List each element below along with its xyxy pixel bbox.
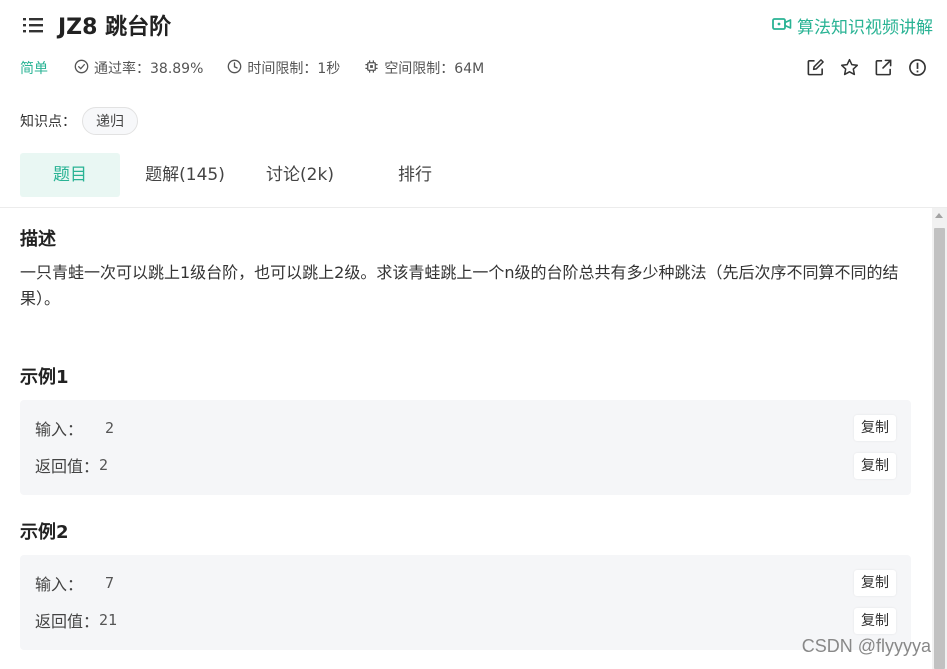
copy-input-button[interactable]: 复制 — [854, 415, 896, 441]
edit-icon[interactable] — [806, 58, 825, 77]
description-text: 一只青蛙一次可以跳上1级台阶，也可以跳上2级。求该青蛙跳上一个n级的台阶总共有多… — [20, 263, 899, 308]
list-icon[interactable] — [22, 15, 44, 35]
watermark: CSDN @flyyyya — [801, 636, 931, 656]
input-value: 2 — [105, 419, 115, 437]
clock-icon — [227, 59, 242, 78]
difficulty-badge: 简单 — [20, 61, 48, 77]
copy-output-button[interactable]: 复制 — [854, 608, 896, 634]
star-icon[interactable] — [840, 58, 859, 77]
output-value: 2 — [99, 456, 109, 474]
example-1-title: 示例1 — [20, 367, 69, 388]
example-2-output: 返回值： 21 — [35, 608, 117, 632]
tab-problem[interactable]: 题目 — [20, 153, 120, 197]
tab-solutions[interactable]: 题解(145) — [120, 153, 250, 197]
copy-output-button[interactable]: 复制 — [854, 453, 896, 479]
scrollbar-thumb[interactable] — [934, 228, 945, 669]
check-circle-icon — [74, 59, 89, 78]
time-limit: 时间限制：1秒 — [227, 58, 340, 78]
description-section: 描述 一只青蛙一次可以跳上1级台阶，也可以跳上2级。求该青蛙跳上一个n级的台阶总… — [20, 225, 911, 312]
memory-limit: 空间限制：64M — [364, 58, 484, 78]
knowledge-tag[interactable]: 递归 — [82, 107, 138, 135]
example-2-input: 输入： 7 — [35, 571, 114, 595]
example-1-input: 输入： 2 — [35, 416, 114, 440]
problem-tabs: 题目 题解(145) 讨论(2k) 排行 — [20, 153, 480, 197]
input-value: 7 — [105, 574, 115, 592]
example-2-box: 输入： 7 复制 返回值： 21 复制 — [20, 555, 911, 650]
video-explanation-link[interactable]: 算法知识视频讲解 — [772, 13, 933, 38]
input-label: 输入： — [35, 575, 84, 594]
video-icon — [772, 16, 792, 36]
report-icon[interactable] — [908, 58, 927, 77]
scroll-up-arrow-icon[interactable] — [935, 213, 943, 218]
copy-input-button[interactable]: 复制 — [854, 570, 896, 596]
example-1-output: 返回值： 2 — [35, 453, 108, 477]
problem-actions — [806, 58, 927, 77]
tabs-divider — [0, 207, 947, 208]
page-title: JZ8 跳台阶 — [58, 15, 172, 40]
problem-meta: 简单 通过率：38.89% 时间限制：1秒 空间限制：64M — [20, 58, 508, 78]
output-label: 返回值： — [35, 457, 100, 476]
description-title: 描述 — [20, 229, 56, 250]
tab-ranking[interactable]: 排行 — [350, 153, 480, 197]
example-2-title: 示例2 — [20, 522, 69, 543]
memory-limit-text: 空间限制：64M — [384, 61, 485, 77]
output-label: 返回值： — [35, 612, 100, 631]
chip-icon — [364, 59, 379, 78]
video-link-label: 算法知识视频讲解 — [797, 18, 933, 38]
input-label: 输入： — [35, 420, 84, 439]
problem-header: JZ8 跳台阶 算法知识视频讲解 — [0, 0, 947, 50]
tab-discussion[interactable]: 讨论(2k) — [250, 153, 350, 197]
knowledge-label: 知识点： — [20, 114, 76, 130]
time-limit-text: 时间限制：1秒 — [247, 61, 341, 77]
output-value: 21 — [99, 611, 118, 629]
pass-rate-text: 通过率：38.89% — [94, 61, 204, 77]
vertical-scrollbar[interactable] — [932, 208, 947, 669]
share-icon[interactable] — [874, 58, 893, 77]
pass-rate: 通过率：38.89% — [74, 58, 203, 78]
knowledge-points: 知识点： 递归 — [20, 107, 138, 135]
example-1-box: 输入： 2 复制 返回值： 2 复制 — [20, 400, 911, 495]
